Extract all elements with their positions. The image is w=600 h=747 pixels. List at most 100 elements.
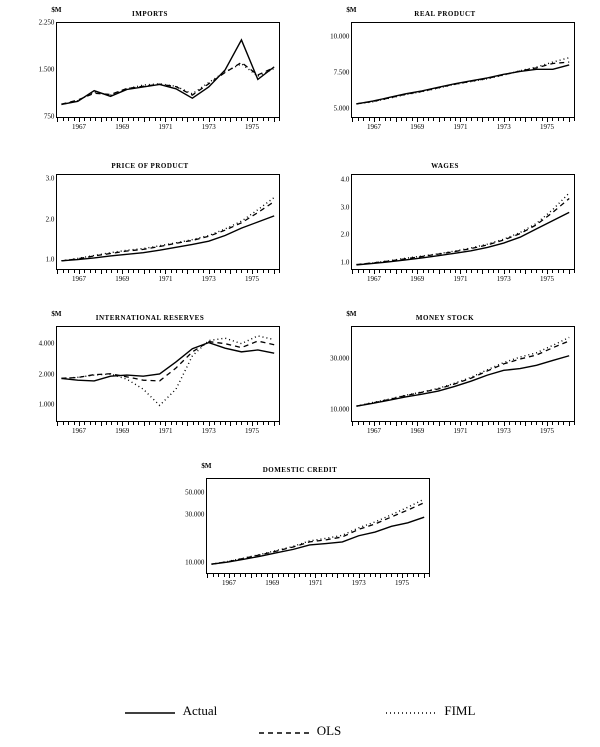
- xtick-minor-icon: [531, 269, 532, 273]
- xtick-major-icon: [209, 421, 210, 426]
- series-ols: [357, 198, 570, 264]
- panel-title: IMPORTS: [132, 10, 168, 18]
- series-fiml: [212, 499, 425, 564]
- xtick-major-icon: [374, 269, 375, 274]
- xtick-label: 1969: [115, 276, 129, 283]
- xtick-minor-icon: [450, 117, 451, 121]
- xtick-minor-icon: [515, 269, 516, 273]
- legend-label: FIML: [444, 703, 475, 719]
- plot-area: 1.0002.0004.00019671969197119731975: [56, 326, 280, 422]
- xtick-major-icon: [122, 117, 123, 122]
- xtick-minor-icon: [149, 269, 150, 273]
- xtick-minor-icon: [155, 421, 156, 425]
- xtick-minor-icon: [498, 269, 499, 273]
- xtick-minor-icon: [509, 269, 510, 273]
- plot-area: 1.02.03.04.019671969197119731975: [351, 174, 575, 270]
- xtick-minor-icon: [515, 421, 516, 425]
- line-sample-dash-icon: [259, 726, 309, 736]
- xtick-minor-icon: [106, 117, 107, 121]
- xtick-minor-icon: [257, 421, 258, 425]
- xtick-label: 1975: [540, 428, 554, 435]
- ytick-label: 2.000: [39, 371, 55, 378]
- ytick-label: 2.0: [341, 232, 350, 239]
- xtick-major-icon: [79, 117, 80, 122]
- xtick-minor-icon: [63, 269, 64, 273]
- xtick-minor-icon: [257, 269, 258, 273]
- xtick-minor-icon: [203, 269, 204, 273]
- xtick-minor-icon: [385, 269, 386, 273]
- xtick-minor-icon: [224, 573, 225, 577]
- xtick-label: 1967: [72, 276, 86, 283]
- xtick-minor-icon: [391, 573, 392, 577]
- xtick-minor-icon: [477, 269, 478, 273]
- xtick-major-icon: [396, 269, 397, 274]
- ytick-label: 1.0: [46, 257, 55, 264]
- xtick-major-icon: [252, 269, 253, 274]
- xtick-major-icon: [230, 421, 231, 426]
- xtick-major-icon: [482, 117, 483, 122]
- xtick-minor-icon: [406, 421, 407, 425]
- xtick-minor-icon: [279, 421, 280, 425]
- xtick-label: 1971: [453, 428, 467, 435]
- xtick-label: 1967: [367, 276, 381, 283]
- xtick-minor-icon: [213, 573, 214, 577]
- xtick-label: 1973: [497, 124, 511, 131]
- xtick-minor-icon: [225, 269, 226, 273]
- ytick-label: 30.000: [330, 355, 349, 362]
- xtick-minor-icon: [466, 421, 467, 425]
- xtick-major-icon: [315, 573, 316, 578]
- panel-price-product: PRICE OF PRODUCT 1.02.03.019671969197119…: [20, 164, 280, 284]
- xtick-minor-icon: [321, 573, 322, 577]
- xtick-major-icon: [569, 269, 570, 274]
- xtick-major-icon: [460, 117, 461, 122]
- xtick-label: 1973: [202, 276, 216, 283]
- xtick-major-icon: [274, 421, 275, 426]
- xtick-major-icon: [547, 421, 548, 426]
- xtick-minor-icon: [111, 269, 112, 273]
- series-fiml: [62, 335, 275, 405]
- xtick-minor-icon: [214, 117, 215, 121]
- xtick-minor-icon: [247, 269, 248, 273]
- page: $M IMPORTS 7501.5002.2501967196919711973…: [0, 0, 600, 747]
- xtick-minor-icon: [450, 269, 451, 273]
- xtick-minor-icon: [106, 421, 107, 425]
- xtick-minor-icon: [74, 269, 75, 273]
- xtick-minor-icon: [363, 421, 364, 425]
- xtick-major-icon: [439, 117, 440, 122]
- xtick-label: 1971: [158, 276, 172, 283]
- xtick-minor-icon: [111, 421, 112, 425]
- xtick-minor-icon: [171, 117, 172, 121]
- ytick-label: 5.000: [334, 106, 350, 113]
- xtick-minor-icon: [268, 421, 269, 425]
- xtick-label: 1969: [115, 428, 129, 435]
- ytick-label: 750: [44, 113, 55, 120]
- line-sample-solid-icon: [125, 706, 175, 716]
- xtick-minor-icon: [412, 269, 413, 273]
- panel-wages: WAGES 1.02.03.04.019671969197119731975: [315, 164, 575, 284]
- xtick-minor-icon: [133, 421, 134, 425]
- xtick-minor-icon: [95, 117, 96, 121]
- xtick-minor-icon: [542, 269, 543, 273]
- panel-domestic-credit: $M DOMESTIC CREDIT 10.00030.00050.000196…: [170, 468, 430, 588]
- xtick-minor-icon: [363, 269, 364, 273]
- series-svg: [57, 23, 279, 117]
- xtick-major-icon: [424, 573, 425, 578]
- series-svg: [352, 23, 574, 117]
- xtick-label: 1975: [245, 276, 259, 283]
- xtick-minor-icon: [310, 573, 311, 577]
- plot-area: 7501.5002.25019671969197119731975: [56, 22, 280, 118]
- xtick-major-icon: [187, 421, 188, 426]
- ytick-label: 3.0: [46, 175, 55, 182]
- xtick-minor-icon: [574, 269, 575, 273]
- xtick-minor-icon: [466, 269, 467, 273]
- xtick-minor-icon: [353, 573, 354, 577]
- xtick-major-icon: [504, 269, 505, 274]
- xtick-minor-icon: [198, 117, 199, 121]
- xtick-major-icon: [525, 269, 526, 274]
- panel-imports: $M IMPORTS 7501.5002.2501967196919711973…: [20, 12, 280, 132]
- xtick-major-icon: [352, 269, 353, 274]
- xtick-label: 1967: [72, 124, 86, 131]
- xtick-minor-icon: [498, 117, 499, 121]
- xtick-minor-icon: [263, 421, 264, 425]
- xtick-minor-icon: [433, 269, 434, 273]
